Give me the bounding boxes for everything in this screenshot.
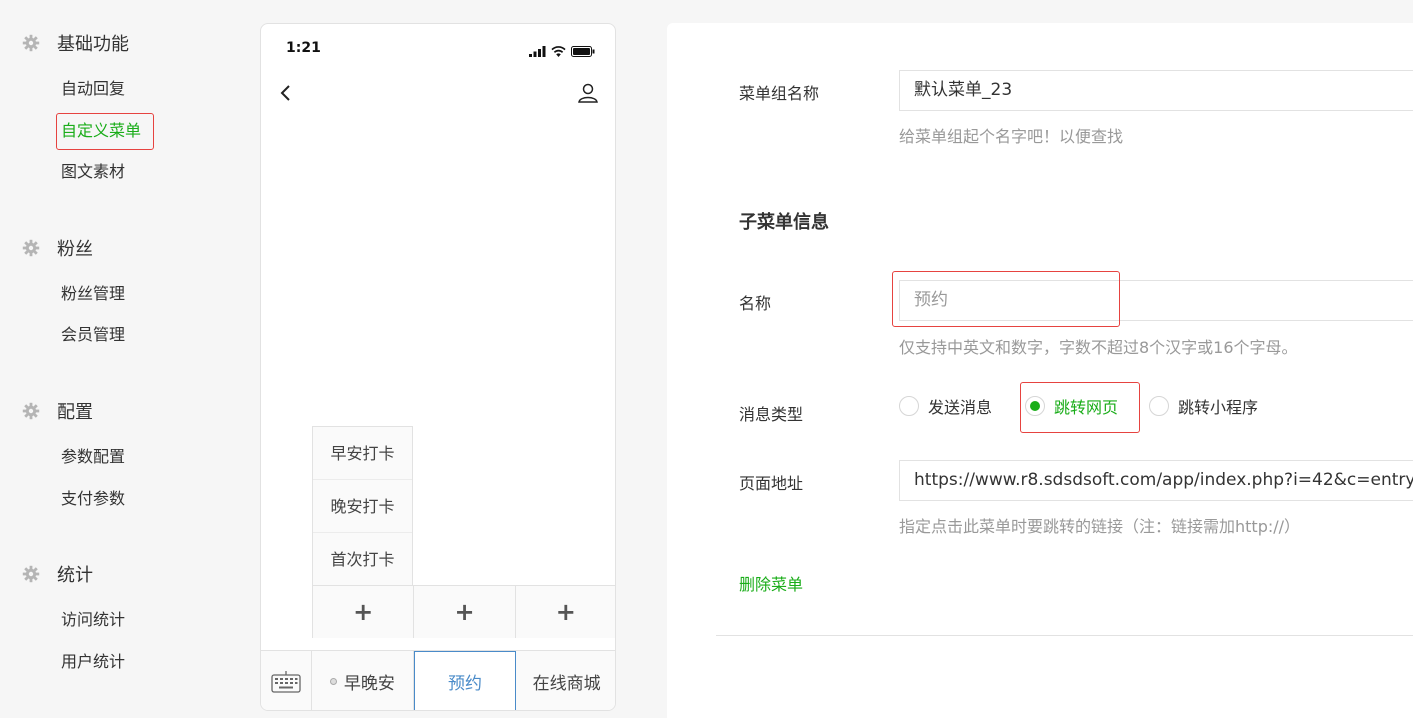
radio-circle	[899, 396, 919, 416]
section-title: 统计	[57, 565, 93, 586]
radio-label: 跳转网页	[1054, 398, 1119, 417]
sidebar-item-auto-reply[interactable]: 自动回复	[61, 77, 125, 101]
url-hint: 指定点击此菜单时要跳转的链接（注：链接需加http://）	[899, 517, 1301, 536]
gear-icon	[22, 34, 40, 52]
section-basic: 基础功能	[22, 28, 129, 58]
section-config: 配置	[22, 396, 93, 426]
group-name-label: 菜单组名称	[739, 84, 820, 103]
name-highlight-box	[892, 271, 1120, 327]
menu-tab-booking[interactable]: 预约	[413, 651, 517, 710]
section-title: 粉丝	[57, 239, 93, 260]
submenu-item[interactable]: 早安打卡	[313, 427, 412, 480]
url-input[interactable]: https://www.r8.sdsdsoft.com/app/index.ph…	[899, 460, 1413, 501]
radio-circle	[1149, 396, 1169, 416]
radio-jump-webpage[interactable]: 跳转网页	[1025, 394, 1118, 418]
user-icon[interactable]	[577, 82, 599, 104]
radio-circle-checked	[1025, 396, 1045, 416]
submenu-section-title: 子菜单信息	[739, 212, 829, 233]
keyboard-icon[interactable]	[261, 651, 312, 710]
url-label: 页面地址	[739, 474, 804, 493]
submenu-popup: 早安打卡 晚安打卡 首次打卡	[312, 426, 413, 586]
gear-icon	[22, 239, 40, 257]
battery-icon	[571, 42, 595, 61]
add-submenu-row: + + +	[312, 585, 615, 638]
add-submenu-button[interactable]: +	[514, 586, 615, 638]
sidebar-item-custom-menu[interactable]: 自定义菜单	[61, 119, 141, 143]
radio-label: 跳转小程序	[1178, 398, 1259, 417]
sidebar-item-fans-manage[interactable]: 粉丝管理	[61, 282, 125, 306]
radio-send-message[interactable]: 发送消息	[899, 394, 992, 418]
signal-icon	[529, 42, 546, 61]
back-arrow-icon[interactable]	[277, 82, 297, 104]
section-stats: 统计	[22, 559, 93, 589]
add-submenu-button[interactable]: +	[413, 586, 515, 638]
status-time: 1:21	[286, 40, 321, 56]
gear-icon	[22, 402, 40, 420]
sidebar-item-member-manage[interactable]: 会员管理	[61, 323, 125, 347]
sidebar: 基础功能 自动回复 自定义菜单 图文素材 粉丝 粉丝管理 会员管理 配置 参数配…	[0, 0, 250, 718]
wifi-icon	[551, 42, 566, 61]
menu-tab-morning-evening[interactable]: 早晚安	[312, 651, 414, 710]
group-name-input[interactable]: 默认菜单_23	[899, 70, 1413, 111]
menu-bar: 早晚安 预约 在线商城	[261, 650, 615, 710]
msg-type-label: 消息类型	[739, 405, 804, 424]
menu-edit-panel: 菜单组名称 默认菜单_23 给菜单组起个名字吧！以便查找 子菜单信息 名称 预约…	[667, 23, 1413, 718]
sidebar-item-pay-params[interactable]: 支付参数	[61, 487, 125, 511]
section-fans: 粉丝	[22, 233, 93, 263]
section-title: 配置	[57, 402, 93, 423]
group-name-hint: 给菜单组起个名字吧！以便查找	[899, 127, 1124, 146]
menu-tab-online-shop[interactable]: 在线商城	[516, 651, 615, 710]
submenu-item[interactable]: 首次打卡	[313, 533, 412, 586]
sidebar-item-param-config[interactable]: 参数配置	[61, 445, 125, 469]
status-icons	[529, 42, 595, 61]
name-hint: 仅支持中英文和数字，字数不超过8个汉字或16个字母。	[899, 338, 1298, 357]
divider	[716, 635, 1413, 636]
radio-label: 发送消息	[928, 398, 993, 417]
sidebar-item-visit-stats[interactable]: 访问统计	[61, 608, 125, 632]
gear-icon	[22, 565, 40, 583]
section-title: 基础功能	[57, 34, 129, 55]
dot-icon	[329, 678, 337, 685]
submenu-item[interactable]: 晚安打卡	[313, 480, 412, 533]
name-label: 名称	[739, 294, 772, 313]
sidebar-item-news-material[interactable]: 图文素材	[61, 160, 125, 184]
menu-tab-label: 早晚安	[343, 674, 395, 694]
phone-preview: 1:21 早安打卡 晚安打卡 首次打卡 + + + 早晚安 预约 在线商城	[260, 23, 616, 711]
sidebar-item-user-stats[interactable]: 用户统计	[61, 650, 125, 674]
add-submenu-button[interactable]: +	[312, 586, 414, 638]
radio-jump-miniprogram[interactable]: 跳转小程序	[1149, 394, 1258, 418]
delete-menu-link[interactable]: 删除菜单	[739, 571, 803, 595]
